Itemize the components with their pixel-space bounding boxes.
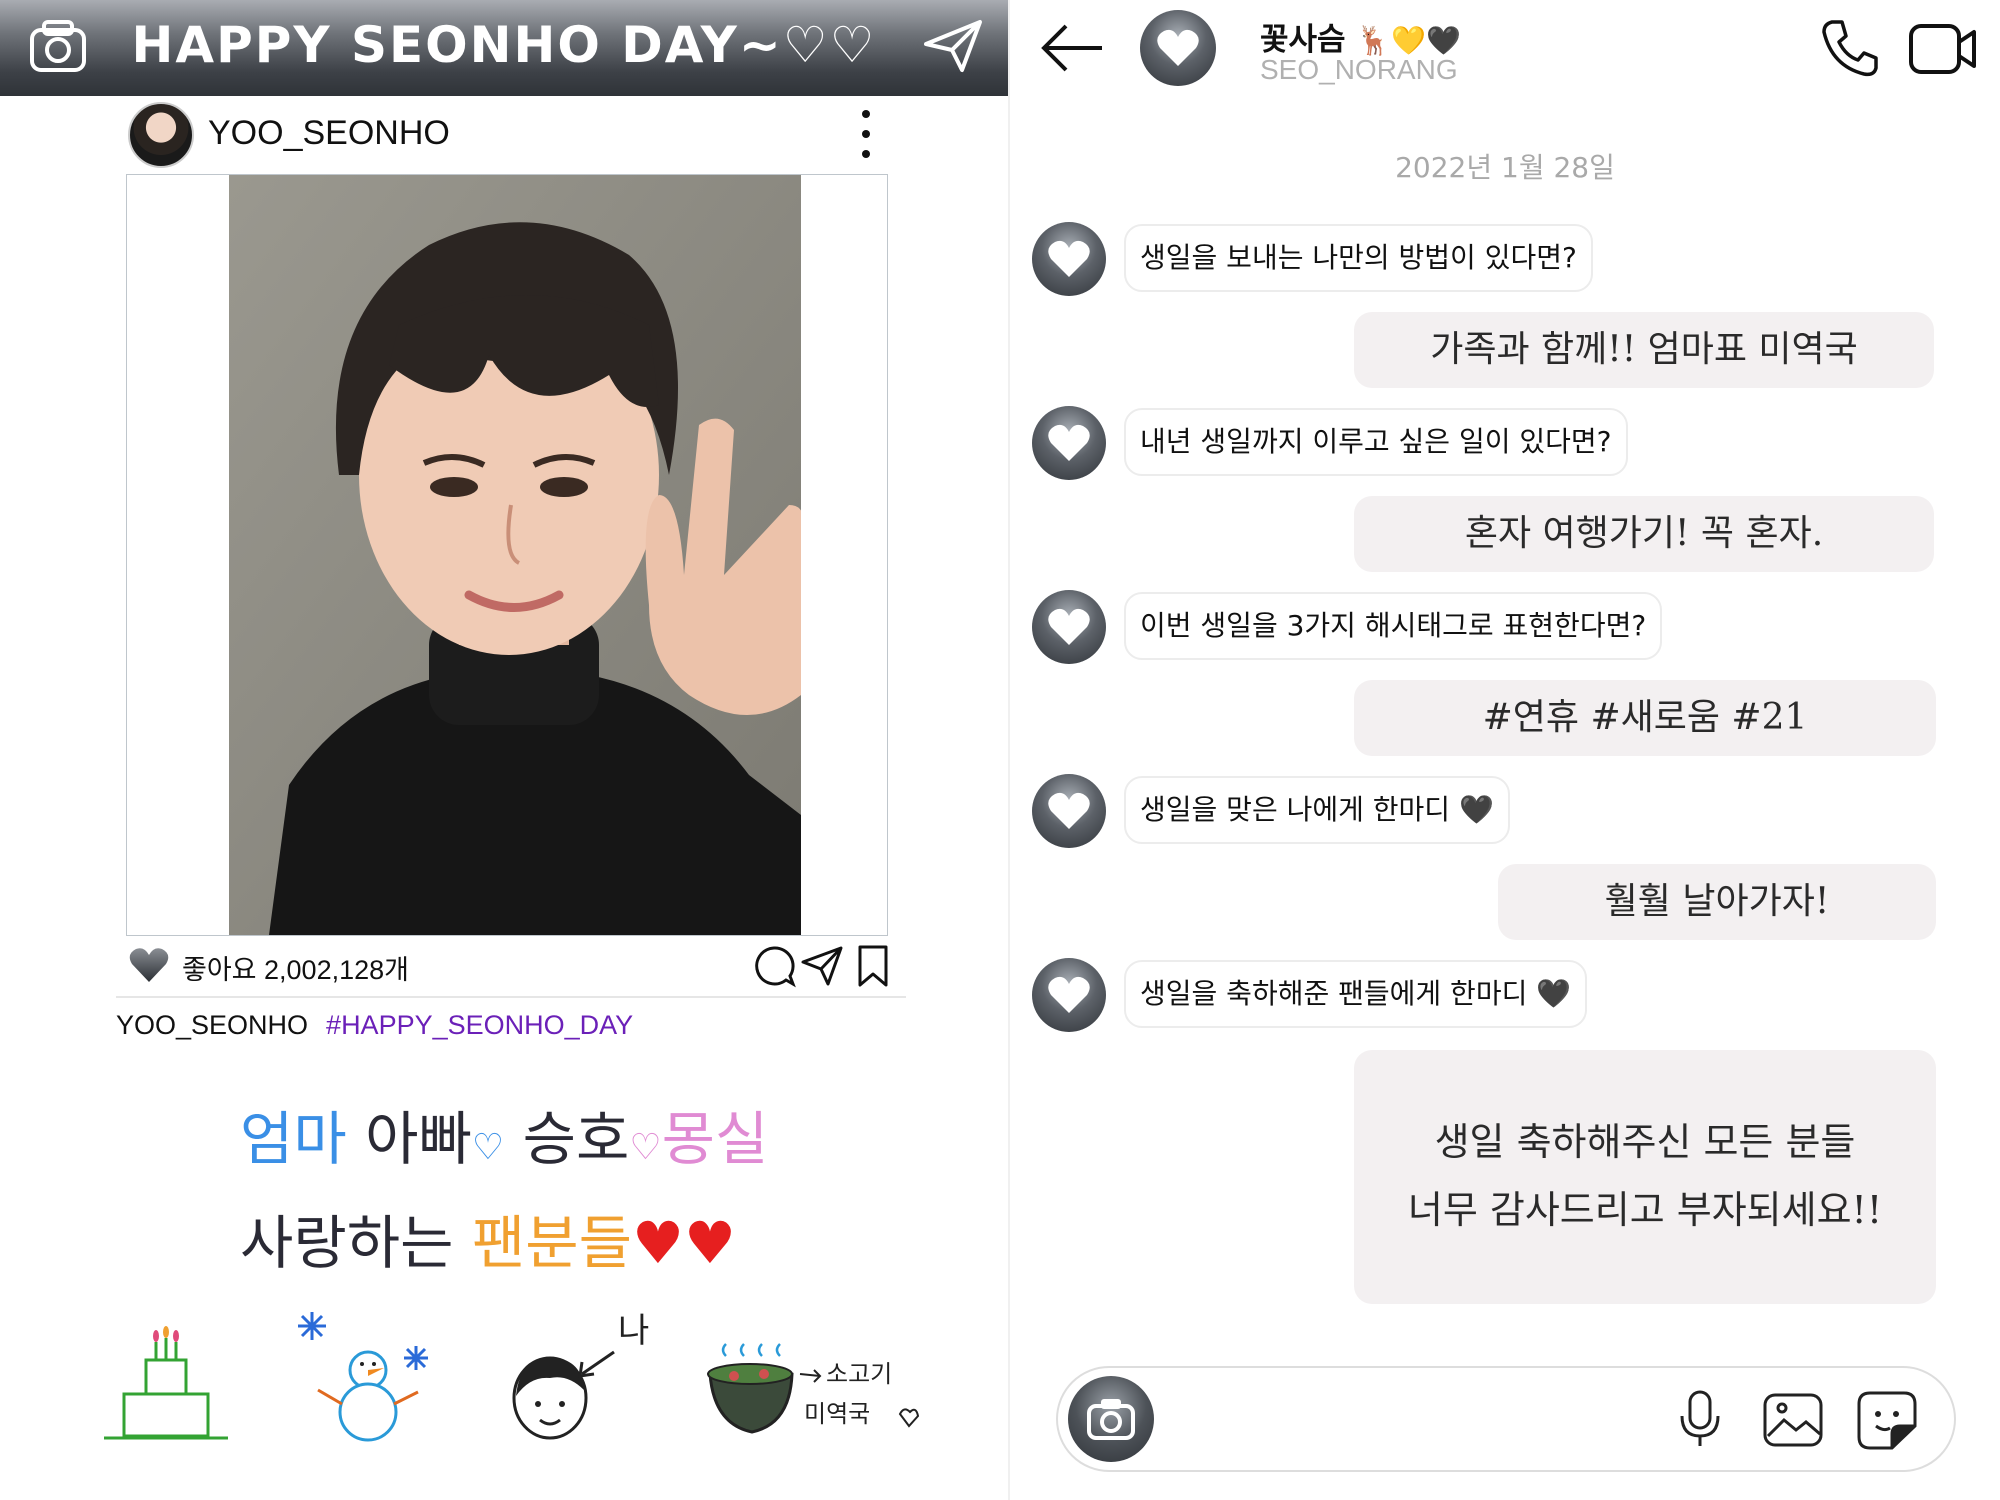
message-avatar[interactable] — [1032, 590, 1106, 664]
avatar[interactable] — [128, 102, 194, 168]
mic-icon[interactable] — [1676, 1390, 1724, 1448]
answer-bubble-long: 생일 축하해주신 모든 분들 너무 감사드리고 부자되세요!! — [1354, 1050, 1936, 1304]
post-photo[interactable] — [229, 175, 801, 935]
hw-heart: ♡ — [629, 1127, 662, 1168]
hw-word: 승호 — [522, 1105, 630, 1173]
answer-line: 생일 축하해주신 모든 분들 — [1434, 1120, 1856, 1164]
more-icon[interactable] — [856, 108, 876, 160]
handwritten-line-1: 엄마 아빠♡ 승호♡몽실 — [240, 1092, 768, 1176]
chat-name-text: 꽃사슴 — [1260, 22, 1346, 58]
post-actions: 좋아요 2,002,128개 — [128, 944, 908, 994]
hw-heart: ♡ — [471, 1127, 505, 1168]
heart-icon — [1048, 240, 1090, 277]
heart-icon — [1157, 29, 1199, 66]
handwritten-line-2: 사랑하는 팬분들♥♥ — [240, 1196, 736, 1280]
like-count: 좋아요 2,002,128개 — [182, 955, 409, 985]
message-avatar[interactable] — [1032, 222, 1106, 296]
heart-icon — [1048, 608, 1090, 645]
camera-icon — [1087, 1399, 1135, 1440]
hw-word: 팬분들 — [471, 1209, 632, 1277]
sticker-icon[interactable] — [1856, 1390, 1918, 1450]
question-bubble: 생일을 보내는 나만의 방법이 있다면? — [1124, 224, 1593, 292]
answer-bubble: 혼자 여행가기! 꼭 혼자. — [1354, 496, 1934, 572]
bookmark-icon[interactable] — [856, 944, 890, 988]
dm-chat-panel: 꽃사슴 🦌💛🖤 SEO_NORANG 2022년 1월 28일 생일을 보내는 … — [1010, 0, 2000, 1500]
seaweed-soup-doodle: 소고기 미역국 — [707, 1343, 920, 1434]
video-icon[interactable] — [1908, 22, 1978, 76]
caption-username[interactable]: YOO_SEONHO — [116, 1010, 308, 1040]
caption-hashtag[interactable]: #HAPPY_SEONHO_DAY — [326, 1010, 633, 1040]
divider-line — [116, 996, 906, 998]
hw-hearts: ♥♥ — [631, 1209, 736, 1277]
selfie-illustration — [229, 175, 801, 935]
comment-icon[interactable] — [752, 944, 796, 988]
chat-name-emoji: 🦌💛🖤 — [1356, 24, 1461, 57]
phone-icon[interactable] — [1820, 18, 1880, 78]
post-header: YOO_SEONHO — [128, 100, 888, 168]
banner-title: HAPPY SEONHO DAY~♡♡ — [131, 16, 877, 74]
chat-handle: SEO_NORANG — [1260, 54, 1458, 85]
hw-word: 몽실 — [661, 1105, 769, 1173]
chat-name[interactable]: 꽃사슴 🦌💛🖤 — [1260, 14, 1461, 59]
message-avatar[interactable] — [1032, 774, 1106, 848]
heart-icon — [1048, 792, 1090, 829]
answer-line: 너무 감사드리고 부자되세요!! — [1407, 1188, 1883, 1232]
doodle-label-soup: 미역국 — [804, 1400, 870, 1428]
instagram-post-panel: HAPPY SEONHO DAY~♡♡ YOO_SEONHO 좋아요 2,002… — [0, 0, 1008, 1500]
answer-bubble: 가족과 함께!! 엄마표 미역국 — [1354, 312, 1934, 388]
share-icon[interactable] — [800, 944, 844, 988]
answer-bubble: 훨훨 날아가자! — [1498, 864, 1936, 940]
self-portrait-doodle: 나 — [512, 1312, 649, 1440]
snowman-doodle — [298, 1312, 428, 1442]
question-bubble: 생일을 축하해준 팬들에게 한마디 🖤 — [1124, 960, 1588, 1028]
camera-button[interactable] — [1068, 1376, 1154, 1462]
hw-word: 엄마 — [240, 1105, 347, 1173]
gallery-icon[interactable] — [1762, 1392, 1824, 1448]
post-caption: YOO_SEONHO #HAPPY_SEONHO_DAY — [116, 1010, 633, 1041]
birthday-cake-doodle — [104, 1326, 228, 1440]
heart-icon — [1048, 976, 1090, 1013]
chat-date: 2022년 1월 28일 — [1395, 151, 1615, 184]
doodle-label-me: 나 — [618, 1312, 649, 1351]
message-avatar[interactable] — [1032, 958, 1106, 1032]
back-arrow-icon[interactable] — [1038, 20, 1108, 76]
doodle-label-beef: 소고기 — [826, 1360, 892, 1388]
hw-word: 아빠 — [365, 1105, 472, 1173]
heart-icon — [1048, 424, 1090, 461]
message-avatar[interactable] — [1032, 406, 1106, 480]
question-bubble: 내년 생일까지 이루고 싶은 일이 있다면? — [1124, 408, 1628, 476]
hw-word: 사랑하는 — [240, 1209, 454, 1277]
send-icon[interactable] — [922, 18, 984, 74]
top-banner: HAPPY SEONHO DAY~♡♡ — [0, 0, 1008, 96]
chat-avatar[interactable] — [1140, 10, 1216, 86]
post-photo-frame — [126, 174, 888, 936]
post-username[interactable]: YOO_SEONHO — [208, 114, 450, 153]
answer-bubble: #연휴 #새로움 #21 — [1354, 680, 1936, 756]
heart-icon[interactable] — [128, 946, 170, 984]
message-input-bar[interactable] — [1056, 1366, 1956, 1472]
question-bubble: 생일을 맞은 나에게 한마디 🖤 — [1124, 776, 1510, 844]
question-bubble: 이번 생일을 3가지 해시태그로 표현한다면? — [1124, 592, 1663, 660]
